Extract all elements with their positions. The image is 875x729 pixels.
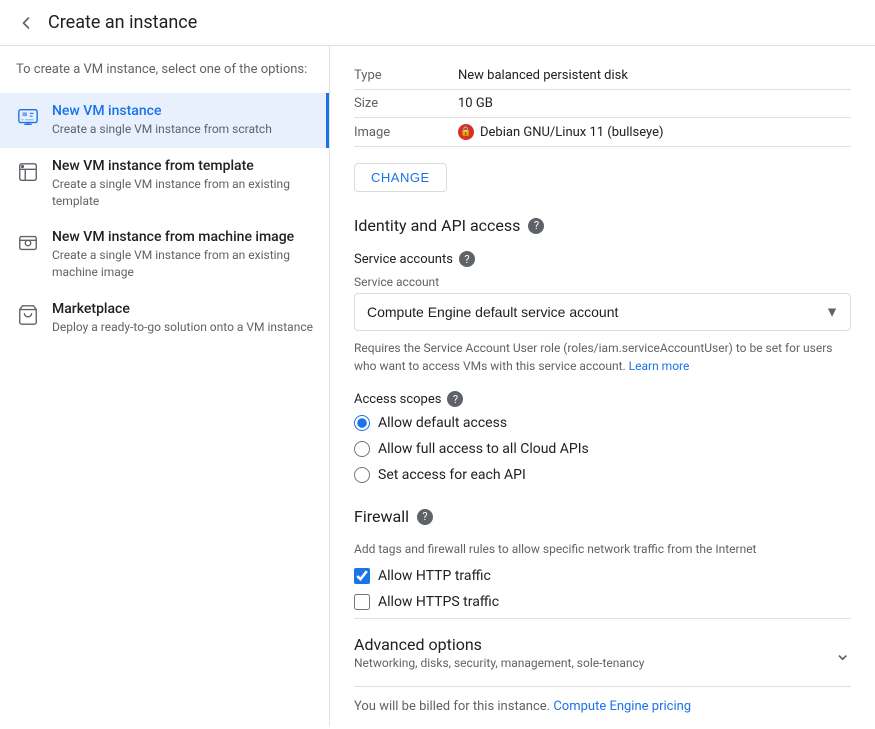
firewall-help-icon[interactable]: ?: [417, 509, 433, 525]
radio-default-access[interactable]: [354, 415, 370, 431]
access-scopes-label: Access scopes ?: [354, 391, 851, 407]
identity-section-header: Identity and API access ?: [354, 216, 851, 235]
sidebar-intro: To create a VM instance, select one of t…: [0, 62, 329, 93]
marketplace-icon: [16, 303, 40, 327]
checkbox-https-label: Allow HTTPS traffic: [378, 594, 499, 610]
access-scopes-section: Access scopes ? Allow default access All…: [354, 391, 851, 483]
identity-help-icon[interactable]: ?: [528, 218, 544, 234]
advanced-options-subtitle: Networking, disks, security, management,…: [354, 656, 644, 670]
advanced-options-title: Advanced options: [354, 635, 644, 654]
learn-more-link[interactable]: Learn more: [629, 359, 690, 373]
sidebar-item-vm-machine-image-content: New VM instance from machine image Creat…: [52, 229, 313, 281]
access-scopes-radio-group: Allow default access Allow full access t…: [354, 415, 851, 483]
checkbox-item-http[interactable]: Allow HTTP traffic: [354, 568, 851, 584]
advanced-options-header[interactable]: Advanced options Networking, disks, secu…: [354, 635, 851, 670]
table-row-type: Type New balanced persistent disk: [354, 62, 851, 90]
advanced-options-title-block: Advanced options Networking, disks, secu…: [354, 635, 644, 670]
sidebar-item-new-vm-title: New VM instance: [52, 103, 272, 119]
sidebar-item-vm-template-title: New VM instance from template: [52, 158, 313, 174]
sidebar-item-vm-machine-image-title: New VM instance from machine image: [52, 229, 313, 245]
service-account-sublabel: Service account: [354, 275, 851, 289]
content-area: Type New balanced persistent disk Size 1…: [330, 46, 875, 726]
sidebar-item-vm-machine-image[interactable]: New VM instance from machine image Creat…: [0, 219, 329, 291]
sidebar-item-marketplace-content: Marketplace Deploy a ready-to-go solutio…: [52, 301, 313, 336]
firewall-section-header: Firewall ?: [354, 507, 851, 526]
service-accounts-help-icon[interactable]: ?: [459, 251, 475, 267]
radio-per-api-access-label: Set access for each API: [378, 467, 526, 483]
image-value: 🔒 Debian GNU/Linux 11 (bullseye): [434, 118, 851, 147]
vm-icon: [16, 105, 40, 129]
service-account-helper: Requires the Service Account User role (…: [354, 339, 851, 375]
sidebar-item-vm-template[interactable]: New VM instance from template Create a s…: [0, 148, 329, 220]
type-label: Type: [354, 62, 434, 90]
disk-info-table: Type New balanced persistent disk Size 1…: [354, 62, 851, 147]
firewall-section-title: Firewall: [354, 507, 409, 526]
radio-full-access-label: Allow full access to all Cloud APIs: [378, 441, 589, 457]
size-label: Size: [354, 90, 434, 118]
page-title: Create an instance: [48, 12, 197, 33]
checkbox-item-https[interactable]: Allow HTTPS traffic: [354, 594, 851, 610]
radio-item-per-api[interactable]: Set access for each API: [354, 467, 851, 483]
radio-per-api-access[interactable]: [354, 467, 370, 483]
pricing-link[interactable]: Compute Engine pricing: [553, 699, 691, 714]
image-label: Image: [354, 118, 434, 147]
main-layout: To create a VM instance, select one of t…: [0, 46, 875, 726]
service-accounts-label: Service accounts ?: [354, 251, 851, 267]
sidebar-item-marketplace-subtitle: Deploy a ready-to-go solution onto a VM …: [52, 319, 313, 336]
page-header: Create an instance: [0, 0, 875, 46]
sidebar-item-vm-machine-image-subtitle: Create a single VM instance from an exis…: [52, 247, 313, 281]
size-value: 10 GB: [434, 90, 851, 118]
sidebar-item-marketplace-title: Marketplace: [52, 301, 313, 317]
type-value: New balanced persistent disk: [434, 62, 851, 90]
radio-item-default[interactable]: Allow default access: [354, 415, 851, 431]
checkbox-http-label: Allow HTTP traffic: [378, 568, 491, 584]
identity-section-title: Identity and API access: [354, 216, 520, 235]
radio-default-access-label: Allow default access: [378, 415, 507, 431]
advanced-options-section: Advanced options Networking, disks, secu…: [354, 618, 851, 670]
table-row-size: Size 10 GB: [354, 90, 851, 118]
firewall-checkbox-group: Allow HTTP traffic Allow HTTPS traffic: [354, 568, 851, 610]
chevron-down-icon: ⌄: [834, 641, 851, 665]
sidebar: To create a VM instance, select one of t…: [0, 46, 330, 726]
back-button[interactable]: [16, 13, 36, 33]
machine-image-icon: [16, 231, 40, 255]
sidebar-item-new-vm-content: New VM instance Create a single VM insta…: [52, 103, 272, 138]
sidebar-item-vm-template-subtitle: Create a single VM instance from an exis…: [52, 176, 313, 210]
change-button[interactable]: CHANGE: [354, 163, 447, 192]
firewall-helper-text: Add tags and firewall rules to allow spe…: [354, 542, 851, 556]
debian-icon: 🔒: [458, 124, 474, 140]
service-account-select-container: Compute Engine default service account ▼: [354, 293, 851, 331]
sidebar-item-new-vm-subtitle: Create a single VM instance from scratch: [52, 121, 272, 138]
checkbox-https[interactable]: [354, 594, 370, 610]
template-icon: [16, 160, 40, 184]
billing-text: You will be billed for this instance. Co…: [354, 686, 851, 714]
sidebar-item-marketplace[interactable]: Marketplace Deploy a ready-to-go solutio…: [0, 291, 329, 346]
service-account-select[interactable]: Compute Engine default service account: [354, 293, 851, 331]
sidebar-item-vm-template-content: New VM instance from template Create a s…: [52, 158, 313, 210]
access-scopes-help-icon[interactable]: ?: [447, 391, 463, 407]
checkbox-http[interactable]: [354, 568, 370, 584]
table-row-image: Image 🔒 Debian GNU/Linux 11 (bullseye): [354, 118, 851, 147]
radio-item-full[interactable]: Allow full access to all Cloud APIs: [354, 441, 851, 457]
radio-full-access[interactable]: [354, 441, 370, 457]
sidebar-item-new-vm[interactable]: New VM instance Create a single VM insta…: [0, 93, 329, 148]
